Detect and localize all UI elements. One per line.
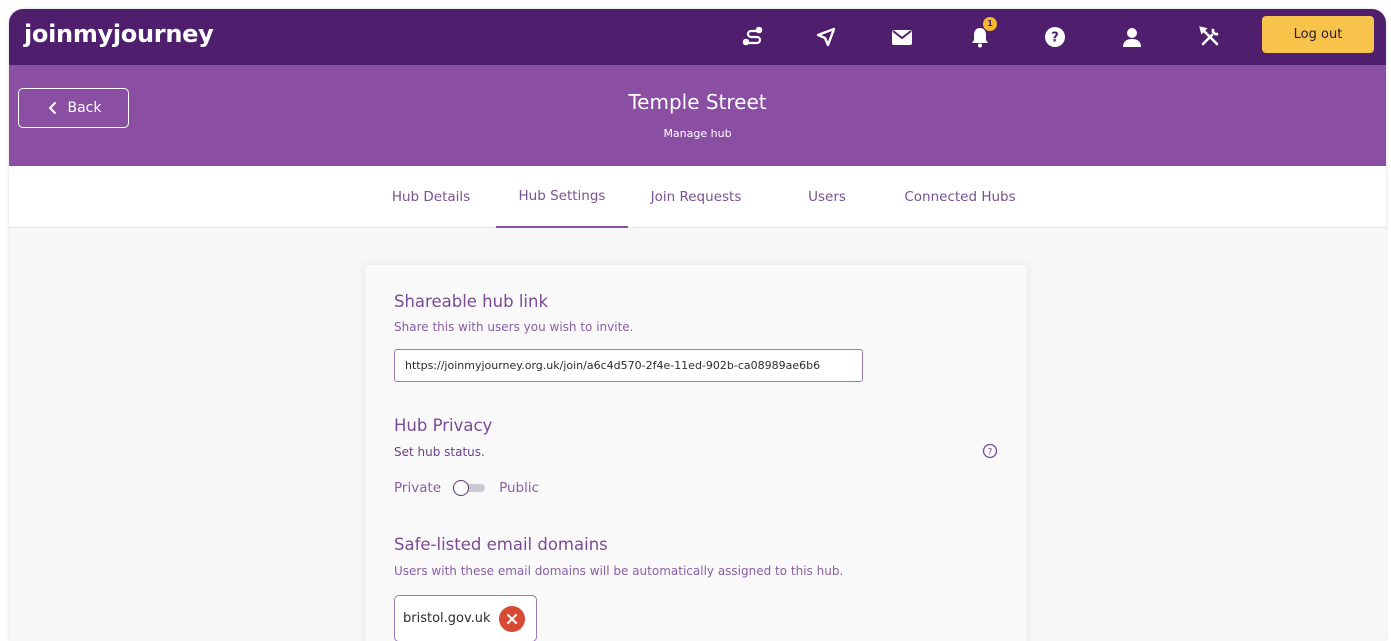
svg-text:?: ? [1051,31,1059,46]
top-nav-bar: joinmyjourney 1 ? Log out [9,9,1386,65]
journey-icon[interactable] [737,21,769,53]
tab-join-requests[interactable]: Join Requests [642,166,750,228]
svg-text:?: ? [988,448,993,458]
tools-icon[interactable] [1194,21,1226,53]
tab-hub-details[interactable]: Hub Details [383,166,479,228]
tab-bar: Hub Details Hub Settings Join Requests U… [9,166,1386,228]
toggle-knob [453,480,470,496]
hub-privacy-description: Set hub status. [394,445,485,459]
public-label: Public [499,480,540,496]
domain-chip-label: bristol.gov.uk [403,611,491,626]
privacy-toggle[interactable] [453,480,487,496]
private-label: Private [394,480,442,496]
page-title: Temple Street [628,90,767,114]
user-icon[interactable] [1116,21,1148,53]
bell-icon[interactable]: 1 [964,17,997,53]
page-header: Back Temple Street Manage hub [9,65,1386,166]
app-window: joinmyjourney 1 ? Log out Back Temple St… [9,9,1386,641]
page-subtitle: Manage hub [663,127,732,140]
notification-badge: 1 [983,17,997,31]
tab-connected-hubs[interactable]: Connected Hubs [897,166,1023,228]
hub-privacy-title: Hub Privacy [394,416,493,435]
remove-domain-button[interactable] [498,605,525,632]
logout-button[interactable]: Log out [1262,16,1374,53]
close-icon [506,613,517,624]
privacy-toggle-row: Private Public [394,480,539,496]
send-icon[interactable] [810,21,842,53]
brand-logo[interactable]: joinmyjourney [24,20,214,48]
domain-chip: bristol.gov.uk [394,595,537,641]
safe-domains-description: Users with these email domains will be a… [394,564,844,578]
safe-domains-title: Safe-listed email domains [394,535,608,554]
hub-settings-card: Shareable hub link Share this with users… [365,265,1027,641]
shareable-link-input[interactable] [394,349,863,382]
help-icon[interactable]: ? [1039,21,1071,53]
tab-hub-settings[interactable]: Hub Settings [496,166,628,228]
question-circle-icon[interactable]: ? [982,443,998,459]
shareable-link-title: Shareable hub link [394,292,548,311]
shareable-link-description: Share this with users you wish to invite… [394,320,634,334]
tab-users[interactable]: Users [797,166,857,228]
mail-icon[interactable] [886,21,918,53]
